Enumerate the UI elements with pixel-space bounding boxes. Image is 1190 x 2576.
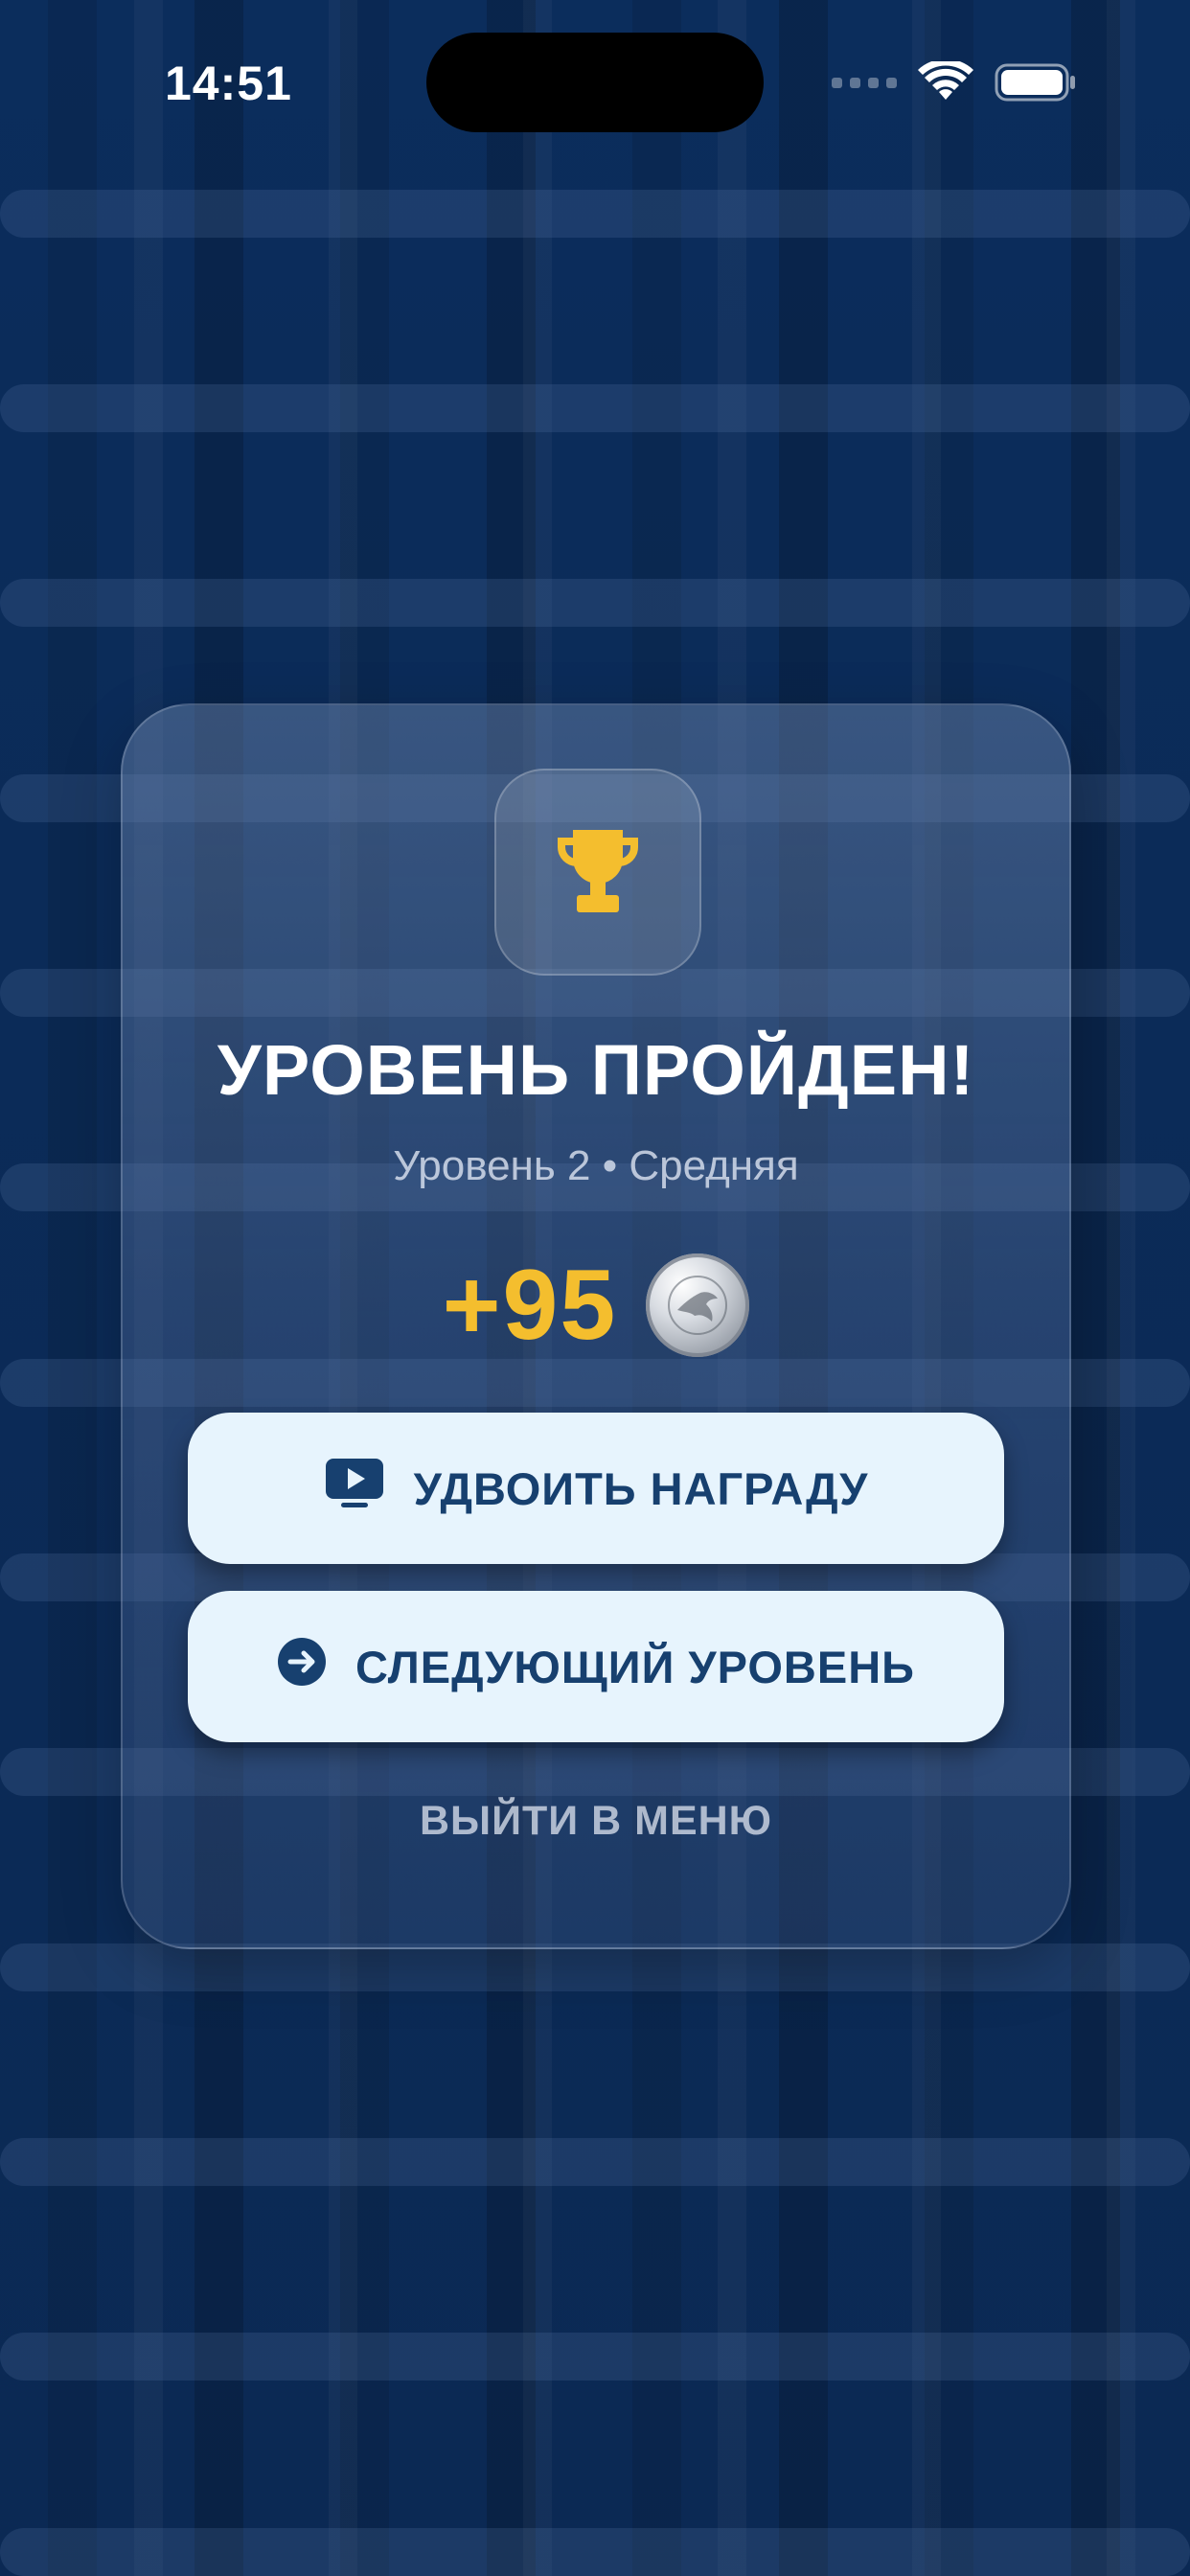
background-band (0, 2138, 1190, 2186)
battery-icon (995, 62, 1077, 103)
wifi-icon (918, 61, 973, 104)
next-level-button[interactable]: СЛЕДУЮЩИЙ УРОВЕНЬ (188, 1591, 1004, 1742)
arrow-right-circle-icon (277, 1637, 327, 1697)
background-band (0, 190, 1190, 238)
level-complete-dialog: УРОВЕНЬ ПРОЙДЕН! Уровень 2 • Средняя +95… (121, 703, 1071, 1949)
trophy-badge (494, 769, 701, 976)
double-reward-label: УДВОИТЬ НАГРАДУ (413, 1462, 869, 1514)
cellular-signal-icon (832, 73, 897, 92)
status-time: 14:51 (165, 57, 292, 110)
silver-coin-icon (646, 1254, 750, 1357)
trophy-icon (548, 820, 648, 925)
background-band (0, 384, 1190, 432)
next-level-label: СЛЕДУЮЩИЙ УРОВЕНЬ (355, 1641, 915, 1692)
background-band (0, 1944, 1190, 1991)
background-band (0, 579, 1190, 627)
reward-row: +95 (123, 1250, 1069, 1361)
level-complete-screen: 14:51 УРОВЕНЬ ПРОЙДЕН! Уровень 2 • Средн… (0, 0, 1190, 2576)
status-bar: 14:51 (0, 0, 1190, 153)
background-band (0, 2528, 1190, 2576)
dialog-title: УРОВЕНЬ ПРОЙДЕН! (217, 1030, 975, 1110)
background-band (0, 2333, 1190, 2380)
status-icons (832, 59, 1077, 105)
reward-amount: +95 (442, 1249, 618, 1361)
exit-to-menu-button[interactable]: ВЫЙТИ В МЕНЮ (123, 1798, 1069, 1845)
play-tv-icon (324, 1457, 385, 1521)
level-info: Уровень 2 • Средняя (393, 1142, 799, 1189)
dynamic-island (426, 33, 764, 132)
double-reward-button[interactable]: УДВОИТЬ НАГРАДУ (188, 1413, 1004, 1564)
